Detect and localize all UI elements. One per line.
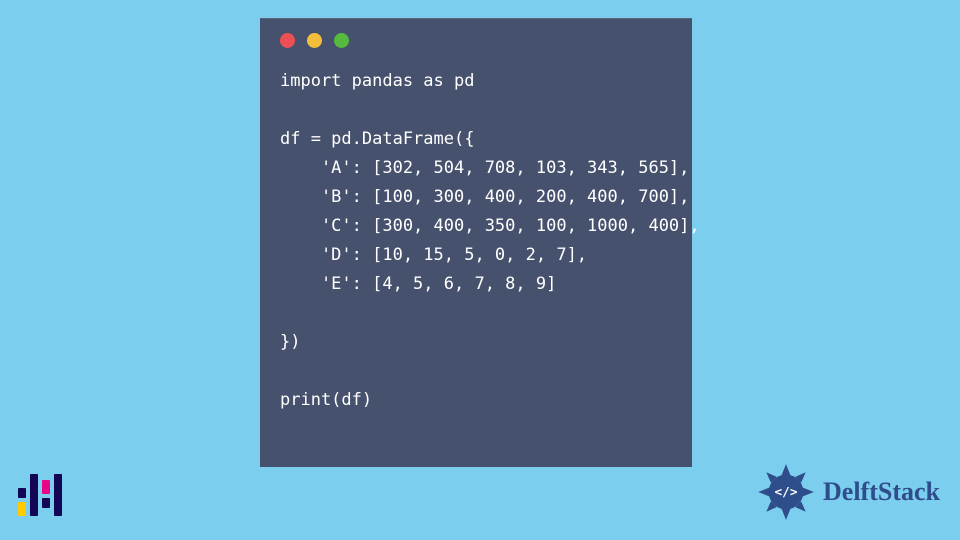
delftstack-badge-icon: </> — [757, 463, 815, 521]
window-titlebar — [260, 19, 692, 61]
pandas-logo-icon — [18, 474, 60, 516]
code-block: import pandas as pd df = pd.DataFrame({ … — [260, 61, 692, 415]
minimize-icon[interactable] — [307, 33, 322, 48]
canvas: import pandas as pd df = pd.DataFrame({ … — [0, 0, 960, 540]
code-window: import pandas as pd df = pd.DataFrame({ … — [260, 18, 692, 467]
delftstack-logo: </> DelftStack — [757, 460, 940, 524]
close-icon[interactable] — [280, 33, 295, 48]
zoom-icon[interactable] — [334, 33, 349, 48]
delftstack-wordmark: DelftStack — [823, 477, 940, 507]
svg-text:</>: </> — [775, 485, 798, 500]
